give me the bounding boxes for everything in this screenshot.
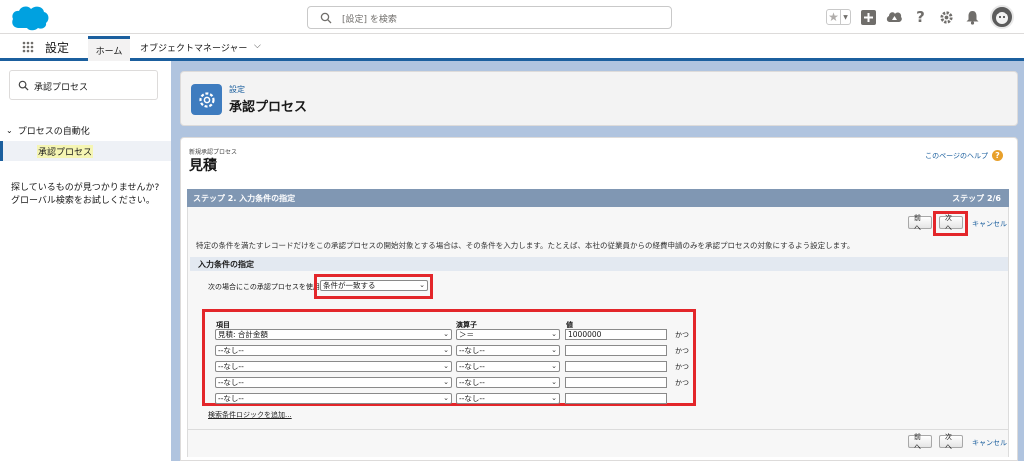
highlight-criteria-table (202, 309, 696, 406)
operator-value: ＞＝ (459, 330, 474, 339)
criteria-value-input[interactable]: 1000000 (565, 329, 667, 340)
page-help[interactable]: このページのヘルプ ? (925, 150, 1003, 161)
criteria-value-input[interactable] (565, 361, 667, 372)
prev-button-bottom[interactable]: 前へ (908, 433, 932, 451)
gear-icon[interactable] (938, 9, 955, 26)
step-label: ステップ 2. 入力条件の指定 (193, 194, 296, 203)
criteria-operator-select[interactable]: ＞＝ ⌄ (456, 329, 560, 340)
step-count: ステップ 2/6 (952, 194, 1001, 203)
criteria-value-input[interactable] (565, 377, 667, 388)
criteria-value-input[interactable] (565, 393, 667, 404)
chevron-down-icon[interactable]: ⌵ (254, 41, 261, 51)
search-placeholder: [設定] を検索 (342, 15, 397, 25)
section-title: 入力条件の指定 (198, 260, 254, 269)
star-icon[interactable]: ★ (827, 10, 840, 24)
criteria-field-select[interactable]: --なし-- ⌄ (215, 361, 452, 372)
criteria-operator-select[interactable]: --なし-- ⌄ (456, 361, 560, 372)
field-value: 見積: 合計金額 (218, 330, 268, 339)
section-header: 入力条件の指定 (190, 257, 1008, 271)
chevron-down-icon: ⌄ (443, 346, 449, 354)
breadcrumb[interactable]: 設定 (229, 84, 245, 95)
field-value: --なし-- (218, 378, 244, 387)
setup-gear-icon (191, 84, 222, 115)
tab-object-manager[interactable]: オブジェクトマネージャー (140, 41, 247, 54)
chevron-down-icon[interactable]: ▼ (840, 10, 850, 24)
criteria-connector: かつ (675, 347, 689, 355)
quick-find-value: 承認プロセス (34, 83, 89, 93)
divider (188, 429, 1008, 430)
chevron-down-icon: ⌄ (551, 346, 557, 354)
chevron-down-icon: ⌄ (551, 378, 557, 386)
header-utility-icons: ★ ▼ ? (826, 4, 1014, 30)
chevron-down-icon: ⌄ (551, 330, 557, 338)
field-value: --なし-- (218, 394, 244, 403)
criteria-operator-select[interactable]: --なし-- ⌄ (456, 377, 560, 388)
operator-value: --なし-- (459, 362, 485, 371)
sidebar-help-text: 探しているものが見つかりませんか? グローバル検索をお試しください。 (11, 183, 160, 206)
chevron-down-icon: ⌄ (551, 362, 557, 370)
chevron-down-icon: ⌄ (419, 281, 425, 289)
criteria-field-select[interactable]: 見積: 合計金額 ⌄ (215, 329, 452, 340)
field-value: --なし-- (218, 362, 244, 371)
chevron-down-icon: ⌄ (443, 378, 449, 386)
intro-text: 特定の条件を満たすレコードだけをこの承認プロセスの開始対象とする場合は、その条件… (196, 241, 855, 250)
next-button-bottom[interactable]: 次へ (939, 433, 963, 451)
operator-value: --なし-- (459, 378, 485, 387)
add-filter-logic-link[interactable]: 検索条件ロジックを追加... (208, 410, 292, 420)
quick-find-input[interactable]: 承認プロセス (9, 70, 158, 100)
global-search-input[interactable]: [設定] を検索 (307, 6, 672, 29)
tree-group-label: プロセスの自動化 (17, 127, 90, 137)
tree-group-process-automation[interactable]: ⌄ プロセスの自動化 (6, 124, 90, 137)
object-title: 見積 (189, 158, 217, 174)
criteria-field-select[interactable]: --なし-- ⌄ (215, 345, 452, 356)
step-header: ステップ 2. 入力条件の指定 ステップ 2/6 (187, 189, 1009, 207)
wizard-pane: 前へ 次へ キャンセル 特定の条件を満たすレコードだけをこの承認プロセスの開始対… (187, 207, 1009, 457)
next-button-top[interactable]: 次へ (939, 214, 963, 232)
search-icon (320, 12, 332, 24)
prev-button-top[interactable]: 前へ (908, 214, 932, 232)
help-icon[interactable]: ? (912, 8, 929, 26)
criteria-field-select[interactable]: --なし-- ⌄ (215, 377, 452, 388)
criteria-connector: かつ (675, 331, 689, 339)
setup-sidebar: 承認プロセス ⌄ プロセスの自動化 承認プロセス 探しているものが見つかりません… (0, 61, 171, 461)
criteria-mode-value: 条件が一致する (323, 281, 376, 290)
salesforce-logo-icon[interactable] (10, 4, 50, 32)
criteria-field-select[interactable]: --なし-- ⌄ (215, 393, 452, 404)
criteria-connector: かつ (675, 363, 689, 371)
approval-process-wizard: 新規承認プロセス 見積 このページのヘルプ ? ステップ 2. 入力条件の指定 … (180, 137, 1018, 461)
app-navigation-bar: 設定 ホーム オブジェクトマネージャー ⌵ (0, 34, 1024, 61)
operator-value: --なし-- (459, 394, 485, 403)
user-avatar[interactable] (990, 5, 1014, 29)
page-header-card: 設定 承認プロセス (180, 71, 1018, 126)
operator-value: --なし-- (459, 346, 485, 355)
criteria-connector: かつ (675, 379, 689, 387)
field-value: --なし-- (218, 346, 244, 355)
chevron-down-icon: ⌄ (551, 394, 557, 402)
favorites-group[interactable]: ★ ▼ (826, 9, 851, 25)
page-title: 承認プロセス (229, 100, 308, 115)
add-icon[interactable] (860, 9, 877, 26)
notification-bell-icon[interactable] (964, 9, 981, 26)
criteria-operator-select[interactable]: --なし-- ⌄ (456, 393, 560, 404)
sidebar-item-approval-process[interactable]: 承認プロセス (0, 141, 171, 161)
tab-home[interactable]: ホーム (88, 36, 130, 61)
help-question-icon[interactable]: ? (992, 150, 1003, 161)
criteria-mode-select[interactable]: 条件が一致する ⌄ (320, 280, 428, 291)
search-icon (18, 80, 29, 91)
chevron-down-icon: ⌄ (6, 126, 13, 135)
criteria-value-input[interactable] (565, 345, 667, 356)
global-header: [設定] を検索 ★ ▼ ? (0, 0, 1024, 34)
cancel-link-bottom[interactable]: キャンセル (972, 438, 1007, 448)
app-name: 設定 (45, 41, 70, 55)
sidebar-item-label: 承認プロセス (37, 145, 94, 158)
chevron-down-icon: ⌄ (443, 362, 449, 370)
use-when-label: 次の場合にこの承認プロセスを使用 (208, 283, 320, 291)
cancel-link-top[interactable]: キャンセル (972, 219, 1007, 229)
chevron-down-icon: ⌄ (443, 394, 449, 402)
trailhead-icon[interactable] (886, 9, 903, 26)
criteria-operator-select[interactable]: --なし-- ⌄ (456, 345, 560, 356)
help-link[interactable]: このページのヘルプ (925, 151, 988, 161)
chevron-down-icon: ⌄ (443, 330, 449, 338)
app-launcher-icon[interactable] (22, 41, 34, 53)
